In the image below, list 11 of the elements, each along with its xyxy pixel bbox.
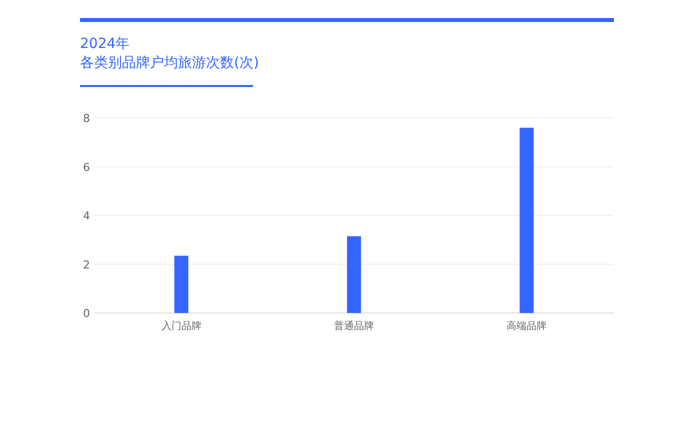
chart-title: 各类别品牌户均旅游次数(次) [80, 54, 260, 73]
y-axis-label: 2 [83, 258, 90, 272]
chart-subtitle: 2024年 [80, 35, 131, 54]
y-axis-label: 6 [83, 160, 90, 174]
y-axis-label: 4 [83, 210, 90, 222]
x-axis-label: 高端品牌 [506, 321, 547, 332]
y-axis-label: 8 [83, 112, 90, 125]
y-axis-label: 0 [83, 307, 90, 320]
x-axis-label: 普通品牌 [334, 321, 374, 332]
bar [174, 256, 188, 313]
x-axis-label: 入门品牌 [161, 321, 202, 332]
